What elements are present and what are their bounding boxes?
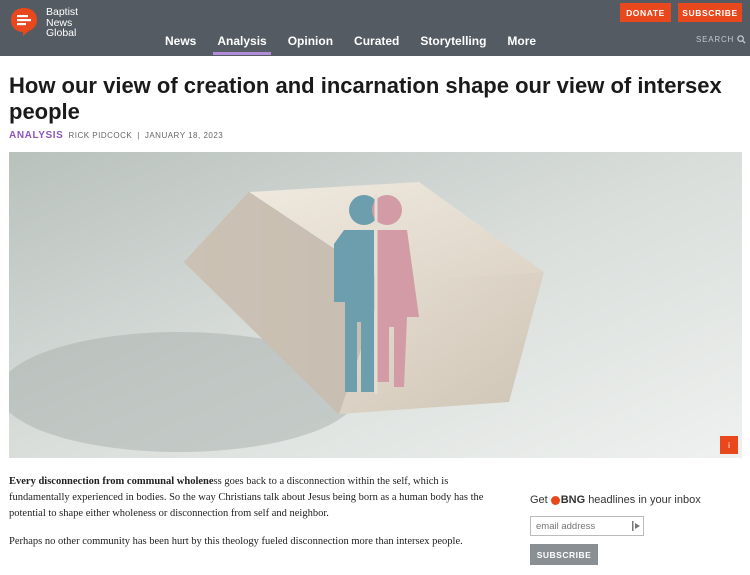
bng-logo-icon	[550, 495, 560, 505]
article-paragraph-2: Perhaps no other community has been hurt…	[9, 534, 489, 550]
search-button[interactable]: SEARCH	[696, 35, 746, 44]
signup-brand-text: BNG	[560, 494, 586, 506]
site-logo[interactable]: Baptist News Global	[10, 7, 78, 39]
signup-brand: BNG	[550, 494, 586, 506]
search-label: SEARCH	[696, 35, 735, 44]
article-paragraph-1: Every disconnection from communal wholen…	[9, 474, 489, 522]
nav-item-opinion[interactable]: Opinion	[288, 34, 333, 54]
email-field[interactable]	[530, 516, 644, 536]
logo-mark-icon	[10, 7, 38, 36]
byline-separator: |	[137, 131, 140, 140]
signup-heading: Get BNG headlines in your inbox	[530, 494, 745, 506]
main-nav: News Analysis Opinion Curated Storytelli…	[165, 34, 557, 55]
site-header: Baptist News Global News Analysis Opinio…	[0, 0, 750, 56]
image-caption-button[interactable]: i	[720, 436, 738, 454]
signup-suffix: headlines in your inbox	[588, 494, 701, 506]
article-category-link[interactable]: ANALYSIS	[9, 130, 63, 141]
article-body: Every disconnection from communal wholen…	[9, 474, 489, 562]
nav-item-analysis[interactable]: Analysis	[213, 34, 272, 55]
paragraph-lead: Every disconnection from communal wholen…	[9, 476, 214, 487]
article-date: JANUARY 18, 2023	[144, 131, 224, 140]
article-byline: ANALYSIS RICK PIDCOCK | JANUARY 18, 2023	[9, 130, 223, 141]
subscribe-button[interactable]: SUBSCRIBE	[678, 3, 742, 22]
hero-image	[9, 152, 742, 458]
search-icon	[737, 35, 746, 44]
autofill-icon	[632, 521, 640, 531]
paragraph-text: Perhaps no other community has been hurt…	[9, 536, 463, 547]
logo-line-1: Baptist	[46, 6, 79, 18]
newsletter-subscribe-button[interactable]: SUBSCRIBE	[530, 544, 598, 565]
nav-item-news[interactable]: News	[165, 34, 196, 54]
nav-item-more[interactable]: More	[507, 34, 536, 54]
newsletter-signup: Get BNG headlines in your inbox SUBSCRIB…	[530, 494, 745, 565]
nav-item-storytelling[interactable]: Storytelling	[420, 34, 486, 54]
article-author-link[interactable]: RICK PIDCOCK	[68, 131, 132, 140]
donate-button[interactable]: DONATE	[620, 3, 671, 22]
signup-prefix: Get	[530, 494, 548, 506]
nav-item-curated[interactable]: Curated	[354, 34, 399, 54]
logo-wordmark: Baptist News Global	[46, 7, 78, 39]
logo-line-3: Global	[46, 27, 77, 39]
article-title: How our view of creation and incarnation…	[9, 73, 722, 124]
